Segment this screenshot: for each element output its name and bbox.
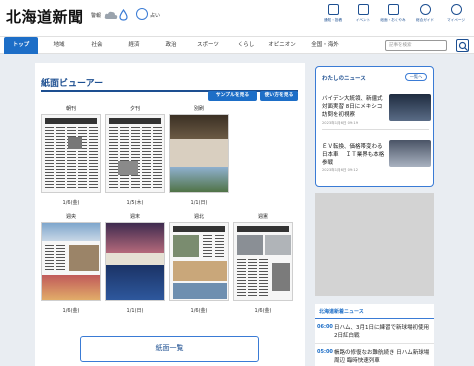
tab-top[interactable]: トップ	[4, 37, 38, 54]
my-news-more-button[interactable]: 一覧へ	[405, 73, 427, 81]
my-news-box: わたしのニュース 一覧へ バイデン大統領、新疆式対面実習 8日にメキシコ訪問を初…	[315, 66, 434, 187]
paper-viewer-panel: 紙面ビューアー サンプルを見る 使い方を見る 朝刊 1/6(金) 夕刊 1/5(…	[35, 63, 305, 366]
paper-weekend[interactable]: 週末 1/1(日)	[105, 213, 165, 321]
paper-weekly-1[interactable]: 週央 1/6(金)	[41, 213, 101, 321]
news-item-title[interactable]: バイデン大統領、新疆式対面実習 8日にメキシコ訪問を初視察	[322, 95, 386, 119]
news-item-time: 2023年1月6日 09:12	[322, 168, 358, 172]
paper-weekly-north[interactable]: 週北 1/6(金)	[169, 213, 229, 321]
paper-thumbnail[interactable]	[169, 222, 229, 301]
latest-news-title[interactable]: 日ハム、3月1日に練習で新球場初使用 2日紅白戦	[334, 324, 432, 340]
news-divider	[322, 129, 429, 130]
tab-opinion[interactable]: オピニオン	[265, 37, 299, 54]
paper-label: 週憲	[257, 214, 268, 220]
header-nav-notify[interactable]: 通知・投稿	[318, 4, 348, 23]
newspaper-icon	[387, 4, 399, 15]
paper-date: 1/5(木)	[126, 200, 144, 206]
news-item-time: 2023年1月6日 09:19	[322, 121, 358, 125]
help-icon	[419, 4, 431, 15]
search-icon	[458, 41, 468, 51]
tab-society[interactable]: 社会	[86, 37, 108, 54]
header-nav-label: 総合ガイド	[416, 18, 434, 22]
megaphone-icon	[327, 4, 339, 15]
sample-button[interactable]: サンプルを見る	[208, 91, 257, 101]
paper-date: 1/6(金)	[62, 308, 80, 314]
header-nav-label: イベント	[355, 18, 371, 22]
paper-label: 夕刊	[129, 106, 140, 112]
paper-label: 週北	[193, 214, 204, 220]
paper-date: 1/1(日)	[190, 200, 208, 206]
latest-news-box: 北海道新着ニュース 06:00 日ハム、3月1日に練習で新球場初使用 2日紅白戦…	[315, 304, 434, 366]
news-item-image[interactable]	[389, 94, 431, 121]
paper-evening[interactable]: 夕刊 1/5(木)	[105, 105, 165, 213]
tab-economy[interactable]: 経済	[123, 37, 145, 54]
header-nav-label: 紙面・おくやみ	[380, 18, 406, 22]
paper-date: 1/6(金)	[62, 200, 80, 206]
paper-label: 別刷	[193, 106, 204, 112]
search-button[interactable]	[456, 39, 469, 52]
paper-thumbnail[interactable]	[105, 222, 165, 301]
paper-weekly-ken[interactable]: 週憲 1/6(金)	[233, 213, 293, 321]
header-nav-label: 通知・投稿	[324, 18, 342, 22]
news-item-image[interactable]	[389, 140, 431, 167]
header-nav-label: マイページ	[447, 18, 465, 22]
paper-thumbnail[interactable]	[169, 114, 229, 193]
paper-thumbnail[interactable]	[105, 114, 165, 193]
paper-list-button[interactable]: 紙面一覧	[80, 336, 259, 362]
latest-news-heading[interactable]: 北海道新着ニュース	[319, 308, 364, 315]
latest-news-time: 05:00	[317, 349, 333, 355]
tab-politics[interactable]: 政治	[160, 37, 182, 54]
paper-date: 1/1(日)	[126, 308, 144, 314]
latest-news-time: 06:00	[317, 324, 333, 330]
latest-news-title[interactable]: 帳路の修復なお難航続き 日ハム新球場周辺 臨時快速列車	[334, 349, 432, 365]
tab-national[interactable]: 全国・海外	[305, 37, 345, 54]
paper-thumbnail[interactable]	[233, 222, 293, 301]
paper-special[interactable]: 別刷 1/1(日)	[169, 105, 229, 213]
page-title: 紙面ビューアー	[41, 79, 104, 89]
tab-region[interactable]: 地域	[48, 37, 70, 54]
fortune-icon[interactable]	[136, 8, 148, 20]
tab-sports[interactable]: スポーツ	[193, 37, 223, 54]
tab-life[interactable]: くらし	[233, 37, 259, 54]
paper-label: 週央	[65, 214, 76, 220]
site-logo[interactable]: 北海道新聞	[6, 6, 84, 27]
header-nav-event[interactable]: イベント	[348, 4, 378, 23]
weather-alert-label[interactable]: 警報	[91, 12, 101, 19]
search-input[interactable]: 記事を検索	[385, 40, 447, 51]
my-news-heading: わたしのニュース	[322, 76, 366, 82]
paper-morning[interactable]: 朝刊 1/6(金)	[41, 105, 101, 213]
site-header: 北海道新聞 警報 占い 通知・投稿 イベント 紙面・おくやみ 総合ガイド マイペ…	[0, 0, 474, 36]
header-nav-guide[interactable]: 総合ガイド	[410, 4, 440, 23]
header-nav-mypage[interactable]: マイページ	[441, 4, 471, 23]
paper-thumbnail[interactable]	[41, 114, 101, 193]
umbrella-icon[interactable]	[119, 9, 128, 21]
cloud-icon[interactable]	[104, 10, 118, 20]
paper-thumbnail[interactable]	[41, 222, 101, 301]
category-nav: トップ 地域 社会 経済 政治 スポーツ くらし オピニオン 全国・海外 記事を…	[0, 36, 474, 54]
paper-date: 1/6(金)	[190, 308, 208, 314]
paper-label: 朝刊	[65, 106, 76, 112]
fortune-label[interactable]: 占い	[150, 12, 160, 19]
latest-news-divider	[315, 318, 434, 319]
header-nav-paper[interactable]: 紙面・おくやみ	[378, 4, 408, 23]
paper-label: 週末	[129, 214, 140, 220]
news-item-title[interactable]: ＥＶ転換、価格帯変わる日本車 ＩＴ業界も本格参戦	[322, 143, 386, 167]
latest-news-separator	[315, 343, 434, 344]
user-icon	[450, 4, 462, 15]
howto-button[interactable]: 使い方を見る	[260, 91, 298, 101]
paper-date: 1/6(金)	[254, 308, 272, 314]
calendar-icon	[357, 4, 369, 15]
advertisement-area[interactable]	[315, 193, 434, 296]
